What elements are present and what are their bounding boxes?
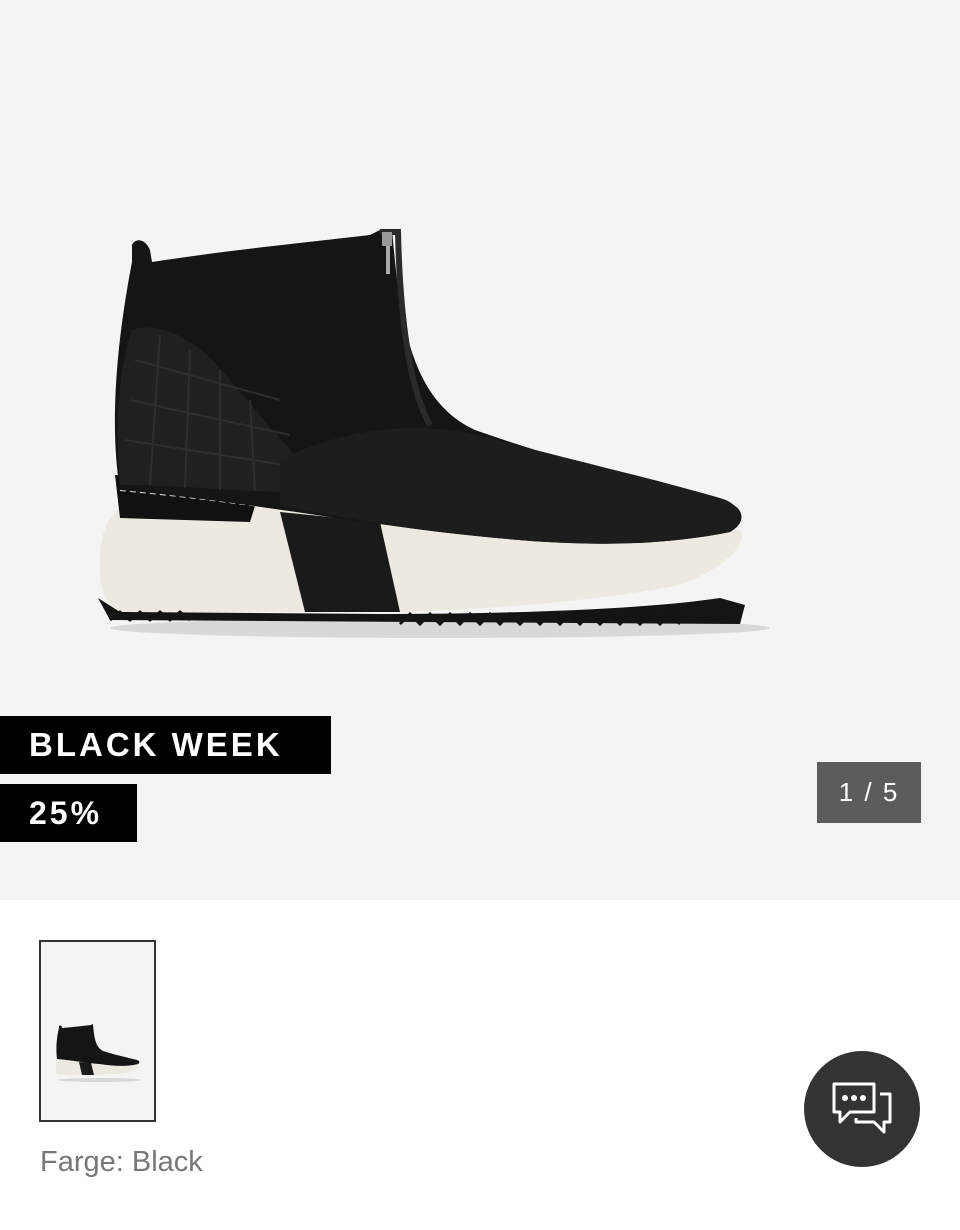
chat-bubbles-icon <box>832 1082 892 1134</box>
discount-badge: 25% <box>0 784 137 842</box>
product-image <box>98 229 770 638</box>
product-image-gallery[interactable]: BLACK WEEK 25% 1 / 5 <box>0 0 960 900</box>
thumbnail-image <box>56 1024 141 1082</box>
image-counter-separator: / <box>855 777 883 807</box>
product-page: BLACK WEEK 25% 1 / 5 Farge: Black <box>0 0 960 1230</box>
image-counter-total: 5 <box>882 777 900 807</box>
thumbnail-1[interactable] <box>39 940 156 1122</box>
image-counter: 1 / 5 <box>817 762 921 823</box>
chat-button[interactable] <box>804 1051 920 1167</box>
black-week-badge: BLACK WEEK <box>0 716 331 774</box>
image-counter-current: 1 <box>838 777 856 807</box>
color-label: Farge: Black <box>40 1146 203 1178</box>
